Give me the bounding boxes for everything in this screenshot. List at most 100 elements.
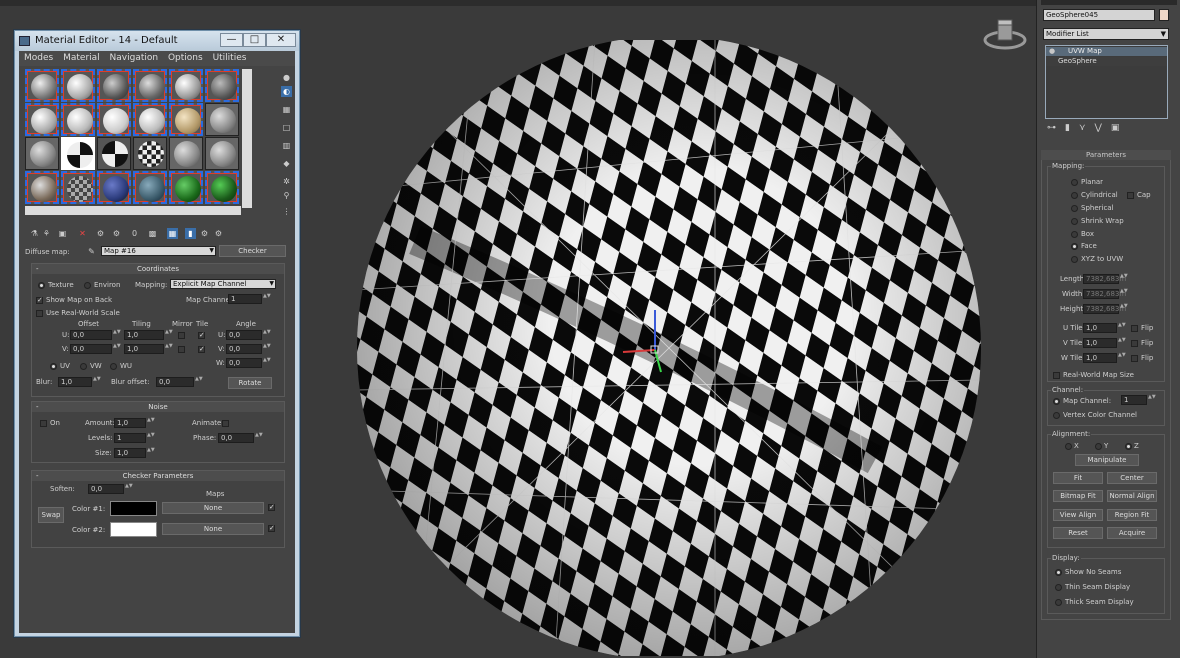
acquire-button[interactable]: Acquire <box>1107 527 1157 539</box>
color1-swatch[interactable] <box>110 501 157 516</box>
sample-slot[interactable] <box>169 69 203 102</box>
eyedropper-icon[interactable]: ✎ <box>86 246 97 257</box>
map-channel-spinner[interactable]: ▲▼ <box>263 294 271 304</box>
backlight-icon[interactable]: ◐ <box>281 86 292 97</box>
show-end-result-icon[interactable]: ▦ <box>167 228 178 239</box>
noise-rollout-header[interactable]: - Noise <box>32 402 284 412</box>
minimize-button[interactable]: — <box>220 33 243 47</box>
u-tile-spinner[interactable]: ▲▼ <box>1118 323 1126 333</box>
width-field[interactable]: 7382,683m <box>1083 289 1126 299</box>
xyz-to-uvw-radio[interactable] <box>1071 256 1078 263</box>
vertex-color-channel-radio[interactable] <box>1053 412 1060 419</box>
video-color-check-icon[interactable]: ▥ <box>281 140 292 151</box>
material-map-icon[interactable]: ⚙ <box>213 228 224 239</box>
y-axis-radio[interactable] <box>1095 443 1102 450</box>
parameters-rollout-header[interactable]: Parameters <box>1041 150 1171 160</box>
swap-button[interactable]: Swap <box>38 507 64 523</box>
v-flip-checkbox[interactable] <box>1131 340 1138 347</box>
phase-field[interactable]: 0,0 <box>218 433 254 443</box>
thin-seam-display-radio[interactable] <box>1055 584 1062 591</box>
material-id-channel-icon[interactable]: 0 <box>129 228 140 239</box>
u-tiling-spinner[interactable]: ▲▼ <box>165 330 173 340</box>
v-tile-spinner[interactable]: ▲▼ <box>1118 338 1126 348</box>
v-angle-field[interactable]: 0,0 <box>226 344 262 354</box>
background-icon[interactable]: ▦ <box>281 104 292 115</box>
sample-slot[interactable] <box>97 103 131 136</box>
sample-slot[interactable] <box>25 171 59 204</box>
geosphere-model[interactable] <box>355 40 983 656</box>
u-mirror-checkbox[interactable] <box>178 332 185 339</box>
levels-spinner[interactable]: ▲▼ <box>147 433 155 443</box>
texture-radio[interactable] <box>38 282 45 289</box>
sample-slot[interactable] <box>205 137 239 170</box>
real-world-map-size-checkbox[interactable] <box>1053 372 1060 379</box>
v-offset-field[interactable]: 0,0 <box>70 344 112 354</box>
assign-material-icon[interactable]: ▣ <box>57 228 68 239</box>
sample-slot[interactable] <box>205 69 239 102</box>
checker-rollout-header[interactable]: - Checker Parameters <box>32 471 284 481</box>
options-icon[interactable]: ✲ <box>281 176 292 187</box>
amount-spinner[interactable]: ▲▼ <box>147 418 155 428</box>
get-material-icon[interactable]: ⚗ <box>29 228 40 239</box>
v-tile-field[interactable]: 1,0 <box>1083 338 1117 348</box>
color2-map-checkbox[interactable] <box>268 524 275 532</box>
shrink-wrap-radio[interactable] <box>1071 218 1078 225</box>
amount-field[interactable]: 1,0 <box>114 418 146 428</box>
center-button[interactable]: Center <box>1107 472 1157 484</box>
put-to-library-icon[interactable]: ⚙ <box>111 228 122 239</box>
sample-slot[interactable] <box>133 171 167 204</box>
u-angle-spinner[interactable]: ▲▼ <box>263 330 271 340</box>
v-offset-spinner[interactable]: ▲▼ <box>113 344 121 354</box>
wu-radio[interactable] <box>110 363 117 370</box>
map-type-button[interactable]: Checker <box>219 245 286 257</box>
bitmap-fit-button[interactable]: Bitmap Fit <box>1053 490 1103 502</box>
u-angle-field[interactable]: 0,0 <box>226 330 262 340</box>
stack-item-geosphere[interactable]: GeoSphere <box>1046 57 1167 66</box>
reset-map-icon[interactable]: ✕ <box>77 228 88 239</box>
make-unique-icon[interactable]: ⚙ <box>95 228 106 239</box>
w-angle-field[interactable]: 0,0 <box>226 358 262 368</box>
sample-slot[interactable] <box>61 103 95 136</box>
object-name-field[interactable]: GeoSphere045 <box>1043 9 1155 21</box>
show-no-seams-radio[interactable] <box>1055 569 1062 576</box>
spherical-radio[interactable] <box>1071 205 1078 212</box>
v-tiling-field[interactable]: 1,0 <box>124 344 164 354</box>
sample-slot[interactable] <box>169 137 203 170</box>
u-offset-field[interactable]: 0,0 <box>70 330 112 340</box>
w-flip-checkbox[interactable] <box>1131 355 1138 362</box>
rotate-button[interactable]: Rotate <box>228 377 272 389</box>
sample-slot[interactable] <box>133 69 167 102</box>
sample-slot[interactable] <box>25 69 59 102</box>
view-align-button[interactable]: View Align <box>1053 509 1103 521</box>
close-button[interactable]: ✕ <box>266 33 296 47</box>
menu-material[interactable]: Material <box>63 53 100 63</box>
height-spinner[interactable]: ▲▼ <box>1120 304 1128 314</box>
noise-on-checkbox[interactable] <box>40 420 47 427</box>
v-tile-checkbox[interactable] <box>198 345 205 353</box>
put-to-scene-icon[interactable]: ⚘ <box>41 228 52 239</box>
w-angle-spinner[interactable]: ▲▼ <box>263 358 271 368</box>
slots-horizontal-scrollbar[interactable] <box>25 206 241 215</box>
blur-offset-spinner[interactable]: ▲▼ <box>195 377 203 387</box>
sample-uv-tiling-icon[interactable]: □ <box>281 122 292 133</box>
sample-slot-active[interactable] <box>61 137 95 170</box>
cap-checkbox[interactable] <box>1127 192 1134 199</box>
levels-field[interactable]: 1 <box>114 433 146 443</box>
color2-swatch[interactable] <box>110 522 157 537</box>
vw-radio[interactable] <box>80 363 87 370</box>
sample-slot[interactable] <box>133 103 167 136</box>
map-channel-field[interactable]: 1 <box>1121 395 1147 405</box>
go-to-parent-icon[interactable]: ▮ <box>185 228 196 239</box>
size-spinner[interactable]: ▲▼ <box>147 448 155 458</box>
size-field[interactable]: 1,0 <box>114 448 146 458</box>
sample-slot[interactable] <box>61 171 95 204</box>
menu-options[interactable]: Options <box>168 53 203 63</box>
menu-utilities[interactable]: Utilities <box>213 53 247 63</box>
box-radio[interactable] <box>1071 231 1078 238</box>
z-axis-radio[interactable] <box>1125 443 1132 450</box>
soften-spinner[interactable]: ▲▼ <box>125 484 133 494</box>
reset-button[interactable]: Reset <box>1053 527 1103 539</box>
material-editor-titlebar[interactable]: Material Editor - 14 - Default — □ ✕ <box>15 31 299 51</box>
width-spinner[interactable]: ▲▼ <box>1120 289 1128 299</box>
object-color-swatch[interactable] <box>1159 9 1169 21</box>
